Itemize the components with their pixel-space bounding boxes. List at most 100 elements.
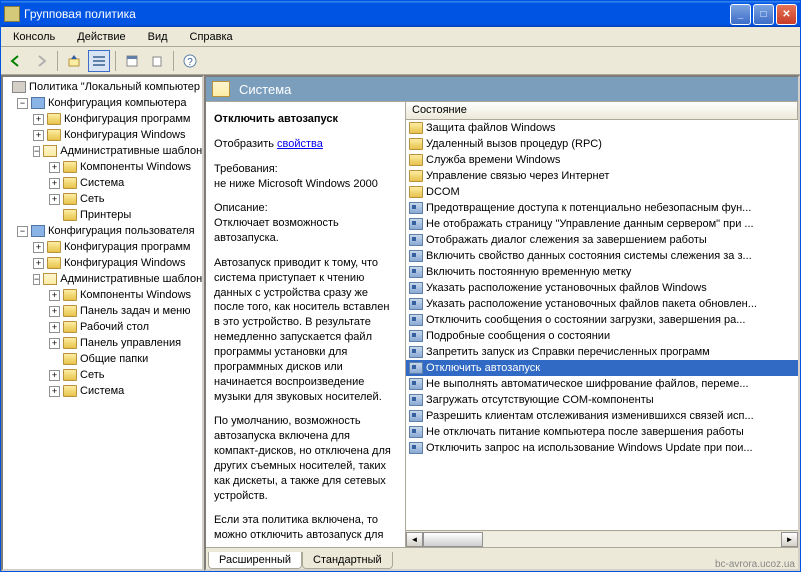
expander-icon[interactable]: − [17,226,28,237]
desc-p1: Отключает возможность автозапуска. [214,216,397,246]
minimize-button[interactable]: _ [730,4,751,25]
back-button[interactable] [5,50,27,72]
expander-icon[interactable]: + [33,242,44,253]
tree-item[interactable]: Принтеры [80,209,131,221]
expander-icon[interactable]: + [49,386,60,397]
tree-item[interactable]: Панель задач и меню [80,305,191,317]
expander-icon[interactable]: + [49,338,60,349]
list-row[interactable]: Разрешить клиентам отслеживания изменивш… [406,408,798,424]
app-icon [4,6,20,22]
tree-item[interactable]: Административные шаблоны [60,273,204,285]
desc-req-label: Требования: [214,162,397,177]
list-item-label: Указать расположение установочных файлов… [426,298,757,310]
content-header: Система [206,77,798,102]
expander-icon[interactable]: + [33,130,44,141]
tree-system[interactable]: Система [80,177,124,189]
tree-item[interactable]: Панель управления [80,337,181,349]
tab-standard[interactable]: Стандартный [302,552,393,569]
list-row[interactable]: Отключить запрос на использование Window… [406,440,798,456]
list-row[interactable]: DCOM [406,184,798,200]
export-button[interactable] [146,50,168,72]
tree-item[interactable]: Конфигурация программ [64,241,190,253]
properties-link[interactable]: свойства [277,138,323,150]
folder-icon [63,337,77,349]
tree-item[interactable]: Рабочий стол [80,321,149,333]
policy-icon [409,298,423,310]
horizontal-scrollbar[interactable]: ◄ ► [406,530,798,547]
folder-icon [47,241,61,253]
list-item-label: Отображать диалог слежения за завершение… [426,234,707,246]
col-state[interactable]: Состояние [406,102,798,119]
list-row[interactable]: Включить свойство данных состояния систе… [406,248,798,264]
list-row[interactable]: Служба времени Windows [406,152,798,168]
list-row[interactable]: Загружать отсутствующие COM-компоненты [406,392,798,408]
expander-icon[interactable]: + [49,306,60,317]
list-row[interactable]: Включить постоянную временную метку [406,264,798,280]
tree-root[interactable]: Политика "Локальный компьютер [29,81,200,93]
tree-pane[interactable]: Политика "Локальный компьютер − Конфигура… [1,75,204,571]
tree-cfg-user[interactable]: Конфигурация пользователя [48,225,195,237]
list-row[interactable]: Отключить автозапуск [406,360,798,376]
tree-item[interactable]: Конфигурация Windows [64,257,186,269]
maximize-button[interactable]: □ [753,4,774,25]
list-row[interactable]: Удаленный вызов процедур (RPC) [406,136,798,152]
scroll-thumb[interactable] [423,532,483,547]
expander-icon[interactable]: + [49,290,60,301]
list-row[interactable]: Запретить запуск из Справки перечисленны… [406,344,798,360]
column-header[interactable]: Состояние [406,102,798,120]
scroll-left-button[interactable]: ◄ [406,532,423,547]
properties-button[interactable] [121,50,143,72]
list-row[interactable]: Отключить сообщения о состоянии загрузки… [406,312,798,328]
list-row[interactable]: Указать расположение установочных файлов… [406,280,798,296]
list-row[interactable]: Подробные сообщения о состоянии [406,328,798,344]
tab-extended[interactable]: Расширенный [208,552,302,569]
expander-icon[interactable]: + [49,162,60,173]
list-row[interactable]: Управление связью через Интернет [406,168,798,184]
tree-cfg-computer[interactable]: Конфигурация компьютера [48,97,186,109]
menu-action[interactable]: Действие [71,30,131,44]
expander-icon[interactable]: − [17,98,28,109]
tree-item[interactable]: Конфигурация программ [64,113,190,125]
tree-item[interactable]: Общие папки [80,353,148,365]
forward-button[interactable] [30,50,52,72]
list-row[interactable]: Не отключать питание компьютера после за… [406,424,798,440]
expander-icon[interactable]: − [33,146,40,157]
menu-help[interactable]: Справка [184,30,239,44]
menu-view[interactable]: Вид [142,30,174,44]
list-body[interactable]: Защита файлов WindowsУдаленный вызов про… [406,120,798,530]
folder-icon [47,113,61,125]
tree-item[interactable]: Сеть [80,193,104,205]
desc-label: Описание: [214,201,397,216]
close-button[interactable]: ✕ [776,4,797,25]
folder-icon [63,353,77,365]
expander-icon[interactable]: + [33,114,44,125]
expander-icon[interactable]: + [49,194,60,205]
menu-console[interactable]: Консоль [7,30,61,44]
up-button[interactable] [63,50,85,72]
expander-icon[interactable]: + [49,178,60,189]
list-row[interactable]: Предотвращение доступа к потенциально не… [406,200,798,216]
expander-icon[interactable]: − [33,274,40,285]
list-row[interactable]: Не отображать страницу "Управление данны… [406,216,798,232]
tree-item[interactable]: Компоненты Windows [80,161,191,173]
list-item-label: Служба времени Windows [426,154,560,166]
detail-view-button[interactable] [88,50,110,72]
list-row[interactable]: Указать расположение установочных файлов… [406,296,798,312]
tree-item[interactable]: Компоненты Windows [80,289,191,301]
tree-item[interactable]: Конфигурация Windows [64,129,186,141]
list-item-label: Отключить сообщения о состоянии загрузки… [426,314,745,326]
tree-item[interactable]: Сеть [80,369,104,381]
scroll-right-button[interactable]: ► [781,532,798,547]
list-row[interactable]: Не выполнять автоматическое шифрование ф… [406,376,798,392]
tree-item[interactable]: Система [80,385,124,397]
list-row[interactable]: Отображать диалог слежения за завершение… [406,232,798,248]
description-pane: Отключить автозапуск Отобразить свойства… [206,102,406,547]
help-button[interactable]: ? [179,50,201,72]
policy-icon [409,234,423,246]
expander-icon[interactable]: + [49,322,60,333]
list-row[interactable]: Защита файлов Windows [406,120,798,136]
tree-item[interactable]: Административные шаблоны [60,145,204,157]
folder-icon [63,177,77,189]
expander-icon[interactable]: + [33,258,44,269]
expander-icon[interactable]: + [49,370,60,381]
